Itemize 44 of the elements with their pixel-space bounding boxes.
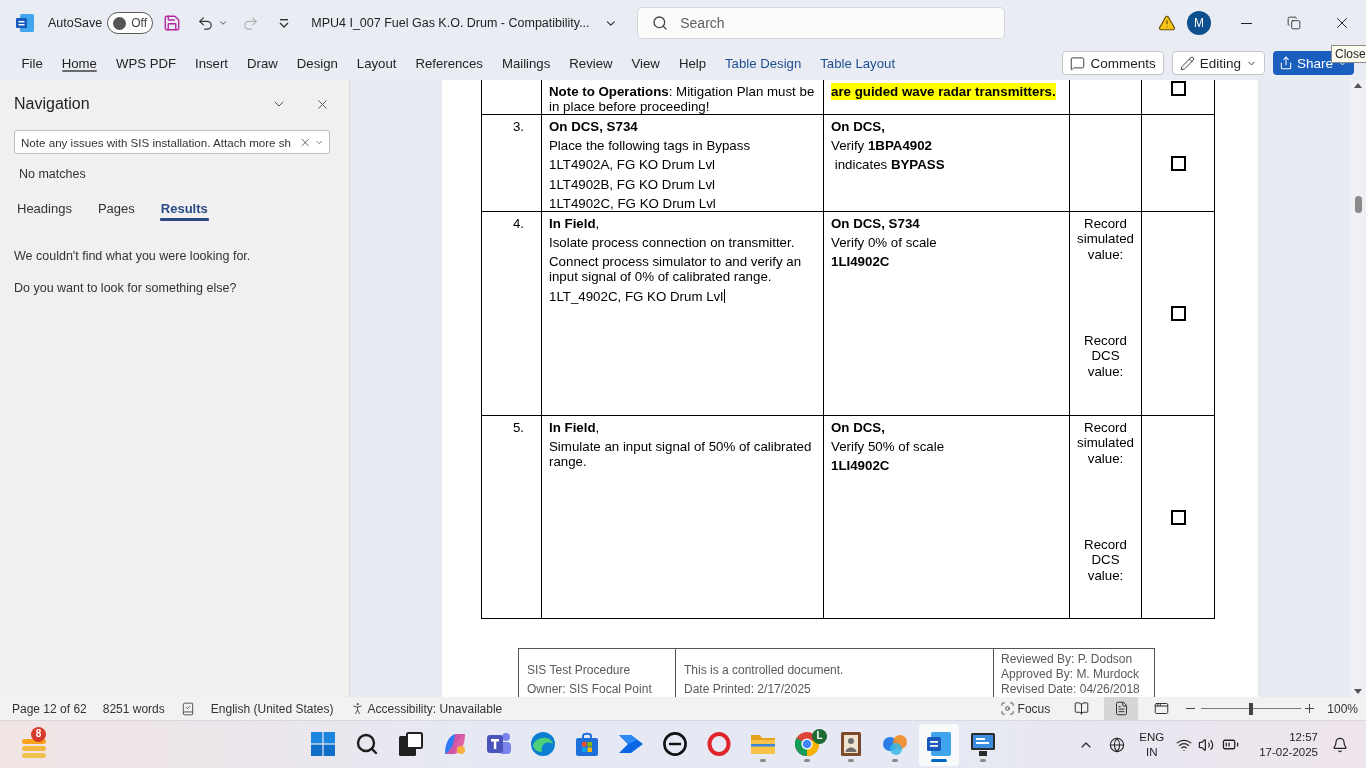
- verification-text: On DCS, S734: [831, 215, 920, 231]
- step-number: 5.: [512, 419, 524, 435]
- result-message: Do you want to look for something else?: [14, 280, 238, 296]
- footer-text: Date Printed: 2/17/2025: [684, 680, 812, 697]
- footer-text: This is a controlled document.: [684, 662, 845, 679]
- record-prompt: Record simulated value:: [1076, 215, 1135, 262]
- step-number: 4.: [512, 215, 524, 231]
- instruction-text: 1LT4902A, FG KO Drum Lvl: [549, 157, 716, 173]
- instruction-text: Simulate an input signal of 50% of calibrated range.: [549, 438, 813, 469]
- search-status: No matches: [19, 166, 87, 182]
- instruction-text: 1LT4902C, FG KO Drum Lvl: [549, 196, 716, 211]
- verification-text: Verify 1BPA4902: [831, 137, 932, 153]
- record-prompt: Record simulated value:: [1076, 419, 1135, 466]
- step-number: 3.: [512, 118, 524, 134]
- verification-text: indicates BYPASS: [833, 157, 945, 173]
- verification-text: On DCS,: [831, 419, 885, 435]
- notification-badge: 8: [31, 726, 46, 742]
- instruction-text: Place the following tags in Bypass: [549, 137, 751, 153]
- record-prompt: Record DCS value:: [1083, 536, 1128, 583]
- instruction-text: 1LT_4902C, FG KO Drum Lvl: [549, 288, 724, 304]
- footer-text: Reviewed By: P. Dodson: [1001, 652, 1134, 667]
- instruction-text: On DCS, S734: [549, 118, 638, 134]
- instruction-text: Note to Operations: Mitigation Plan must be in place before proceeding!: [549, 83, 816, 114]
- instruction-text: Isolate process connection on transmitter.: [549, 234, 795, 250]
- profile-badge: L: [812, 728, 827, 744]
- highlighted-text: are guided wave radar transmitters.: [831, 82, 1056, 100]
- pane-title: Navigation: [14, 95, 90, 113]
- footer-text: Revised Date: 04/26/2018: [1001, 682, 1141, 697]
- verification-text: 1LI4902C: [831, 458, 890, 474]
- instruction-text: Connect process simulator to and verify an input signal of 0% of calibrated range.: [549, 254, 803, 285]
- footer-text: Owner: SIS Focal Point: [527, 680, 653, 697]
- autosave-label: AutoSave: [48, 16, 103, 30]
- verification-text: Verify 50% of scale: [831, 438, 945, 454]
- verification-text: On DCS,: [831, 118, 885, 134]
- instruction-text: In Field,: [549, 215, 600, 231]
- close-tooltip: Close: [1331, 45, 1366, 63]
- verification-text: Verify 0% of scale: [831, 234, 937, 250]
- footer-text: Approved By: M. Murdock: [1001, 667, 1141, 682]
- instruction-text: In Field,: [549, 419, 600, 435]
- verification-text: 1LI4902C: [831, 254, 890, 270]
- footer-text: SIS Test Procedure: [527, 662, 632, 679]
- record-prompt: Record DCS value:: [1083, 332, 1128, 379]
- instruction-text: 1LT4902B, FG KO Drum Lvl: [549, 176, 716, 192]
- result-message: We couldn't find what you were looking for.: [14, 248, 252, 264]
